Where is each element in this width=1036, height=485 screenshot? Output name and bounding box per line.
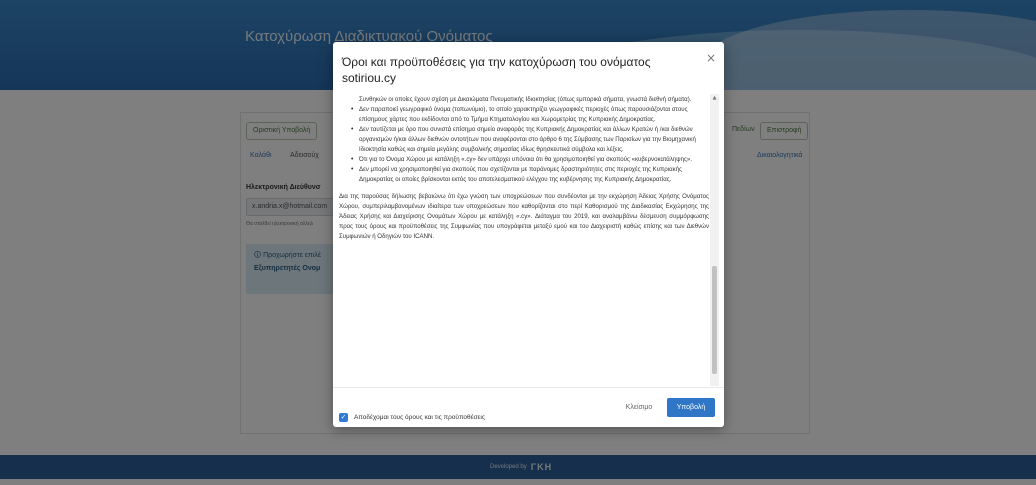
terms-declaration: Δια της παρούσας δήλωσης βεβαιώνω ότι έχ… — [339, 193, 709, 240]
close-icon[interactable]: × — [704, 51, 718, 65]
bullet-icon: • — [351, 126, 354, 133]
terms-bullet: • Ότι για το Όνομα Χώρου με κατάληξη «.cy… — [351, 156, 693, 163]
terms-list: • Δεν παραποιεί γεωγραφικό όνομα (τοπωνύμ… — [351, 105, 709, 185]
modal-footer: Κλείσιμο Υποβολή — [333, 387, 724, 427]
close-button[interactable]: Κλείσιμο — [620, 398, 658, 417]
bullet-icon: • — [351, 106, 354, 113]
bullet-icon: • — [351, 156, 354, 163]
terms-scrollbar[interactable]: ▲ — [710, 94, 719, 386]
terms-modal: Όροι και προϋποθέσεις για την κατοχύρωση… — [333, 42, 724, 427]
scrollbar-thumb[interactable] — [712, 266, 717, 374]
modal-title: Όροι και προϋποθέσεις για την κατοχύρωση… — [342, 55, 651, 85]
terms-fragment: Συνθηκών οι οποίες έχουν σχέση με Δικαιώ… — [359, 96, 692, 103]
terms-bullet: • Δεν παραποιεί γεωγραφικό όνομα (τοπωνύμ… — [351, 106, 688, 123]
scroll-up-arrow-icon[interactable]: ▲ — [712, 96, 717, 101]
terms-bullet: • Δεν ταυτίζεται με όρο που συνιστά επίση… — [351, 126, 696, 153]
modal-header: Όροι και προϋποθέσεις για την κατοχύρωση… — [333, 42, 724, 92]
terms-text[interactable]: Συνθηκών οι οποίες έχουν σχέση με Δικαιώ… — [339, 95, 709, 387]
terms-bullet: • Δεν μπορεί να χρησιμοποιηθεί για σκοπού… — [351, 166, 682, 183]
bullet-icon: • — [351, 166, 354, 173]
submit-button[interactable]: Υποβολή — [667, 398, 715, 417]
modal-body: Συνθηκών οι οποίες έχουν σχέση με Δικαιώ… — [333, 94, 724, 424]
